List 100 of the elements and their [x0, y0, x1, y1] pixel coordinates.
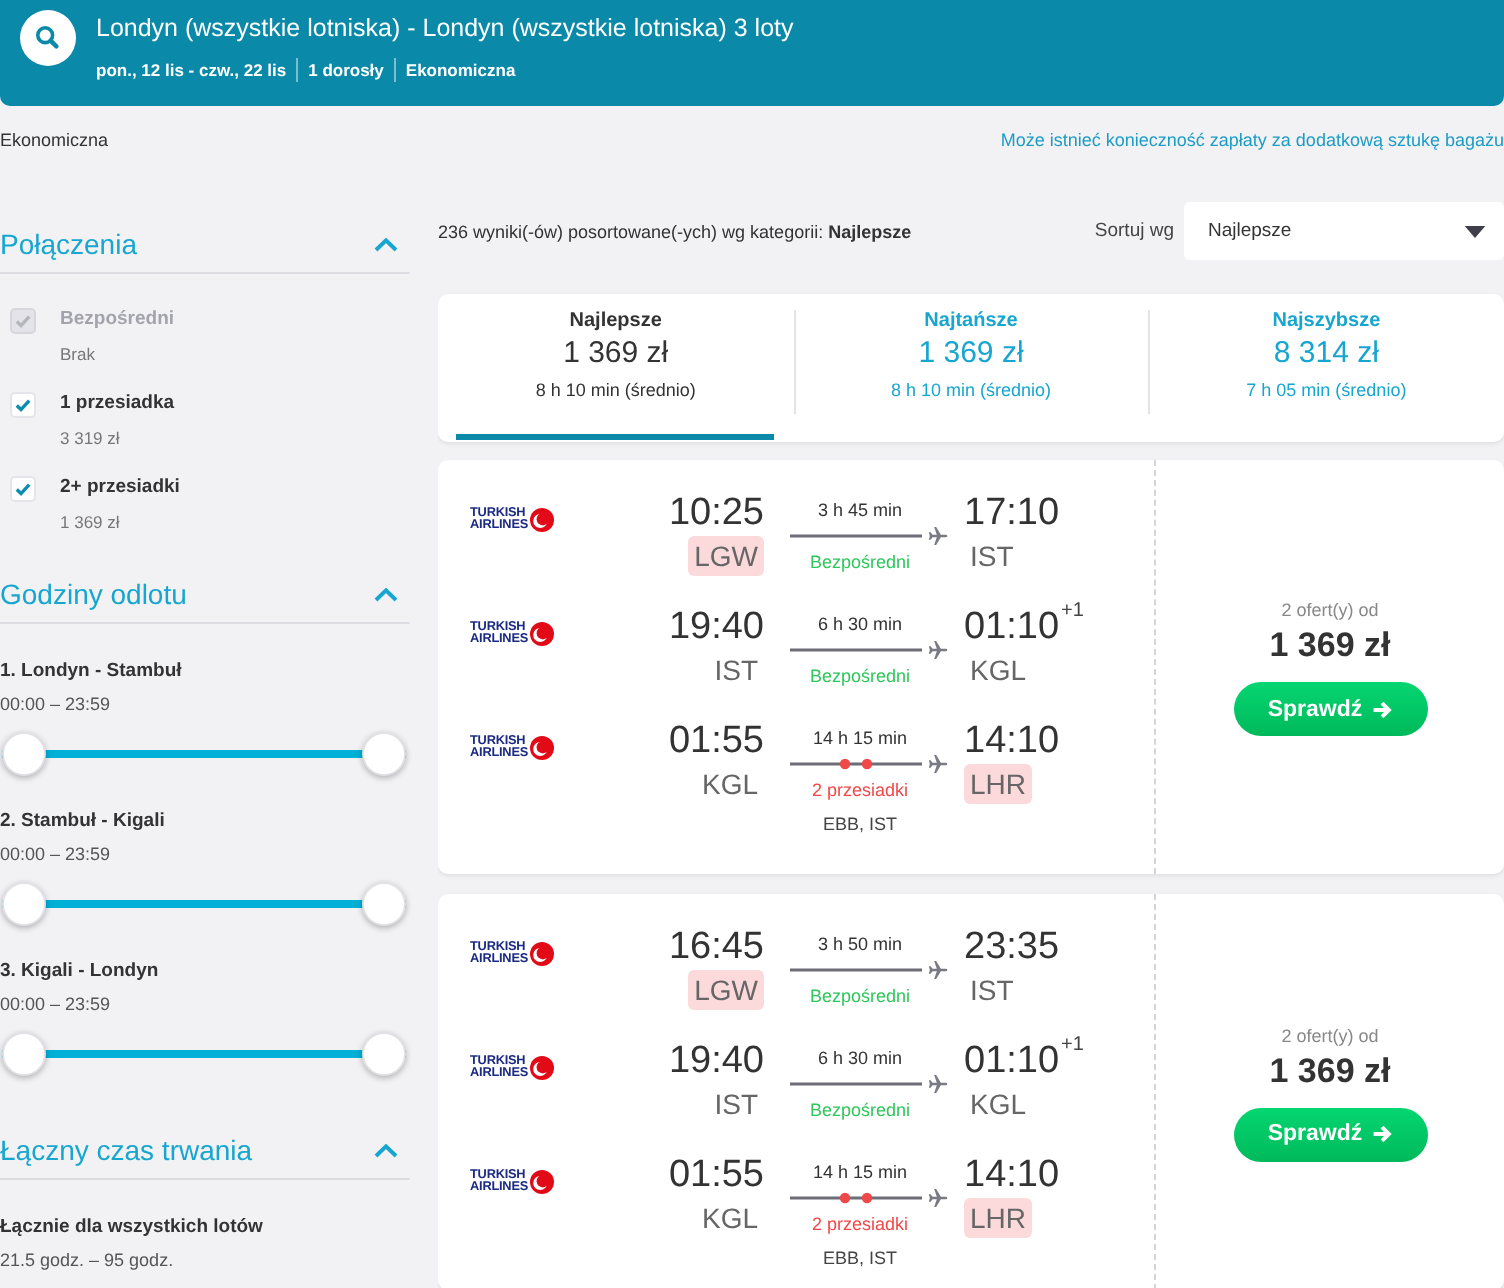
departure-time: 16:45	[668, 926, 764, 970]
slider-range-text: 00:00 – 23:59	[0, 692, 111, 718]
slider-handle[interactable]	[362, 732, 406, 776]
search-icon[interactable]	[20, 10, 76, 66]
departure-airport-code: KGL	[699, 1200, 760, 1238]
chevron-up-icon[interactable]	[374, 1143, 398, 1157]
results-summary: 236 wyniki(-ów) posortowane(-ych) wg kategorii: Najlepsze	[438, 221, 914, 241]
arrow-right-icon	[1372, 1124, 1393, 1144]
filter-section-title[interactable]: Łączny czas trwania	[0, 1134, 253, 1166]
arrival-time: 23:35	[964, 926, 1060, 970]
arrival-airport-code: KGL	[968, 1086, 1029, 1124]
arrival-airport-code: LHR	[964, 764, 1033, 804]
flight-duration: 3 h 50 min	[815, 932, 905, 956]
check-offer-button[interactable]: Sprawdź	[1233, 1107, 1427, 1161]
departure-time: 19:40	[668, 1040, 764, 1084]
chevron-up-icon[interactable]	[374, 587, 398, 601]
arrival-time: 01:10	[964, 1040, 1060, 1084]
range-slider-track[interactable]	[2, 732, 406, 776]
stops-label: 2 przesiadki	[809, 778, 911, 802]
departure-time: 01:55	[668, 720, 764, 764]
stop-dot-icon	[839, 758, 851, 770]
search-title: Londyn (wszystkie lotniska) - Londyn (wszystkie lotniska) 3 loty	[96, 12, 794, 44]
arrival-time: 01:10	[964, 606, 1060, 650]
stops-label: Bezpośredni	[807, 984, 913, 1008]
arrival-time: 14:10	[964, 1154, 1060, 1198]
stops-label: 2 przesiadki	[809, 1212, 911, 1236]
arrow-right-icon	[1372, 699, 1393, 719]
filter-option-price: 1 369 zł	[60, 510, 120, 536]
flight-duration: 14 h 15 min	[810, 1160, 910, 1184]
offer-price: 1 369 zł	[1269, 624, 1391, 668]
stop-dot-icon	[839, 1192, 851, 1204]
trip-detail: Ekonomiczna	[393, 58, 526, 82]
offers-count: 2 ofert(y) od	[1281, 1023, 1379, 1047]
filter-option-label[interactable]: 1 przesiadka	[60, 390, 175, 418]
departure-time: 01:55	[668, 1154, 764, 1198]
slider-label: Łącznie dla wszystkich lotów	[0, 1214, 263, 1242]
range-slider-track[interactable]	[2, 1032, 406, 1076]
trip-detail: 1 dorosły	[296, 58, 394, 82]
slider-handle[interactable]	[2, 882, 46, 926]
airline-emblem-icon	[530, 1056, 555, 1080]
departure-airport-code: LGW	[688, 536, 764, 576]
slider-handle[interactable]	[2, 1032, 46, 1076]
stop-dot-icon	[861, 758, 873, 770]
checkbox[interactable]	[10, 392, 36, 418]
airline-emblem-icon	[530, 622, 555, 646]
flight-duration: 14 h 15 min	[810, 726, 910, 750]
plane-icon	[928, 1188, 948, 1208]
sort-label: Sortuj wg	[1094, 220, 1174, 242]
slider-handle[interactable]	[362, 882, 406, 926]
filter-section-title[interactable]: Połączenia	[0, 228, 137, 260]
arrival-time: 17:10	[964, 492, 1060, 536]
day-offset: +1	[1061, 1034, 1084, 1058]
departure-time: 19:40	[668, 606, 764, 650]
caret-down-icon	[1464, 225, 1486, 237]
slider-label: 1. Londyn - Stambuł	[0, 658, 182, 686]
chevron-up-icon[interactable]	[374, 237, 398, 251]
slider-label: 2. Stambuł - Kigali	[0, 808, 165, 836]
check-offer-button[interactable]: Sprawdź	[1233, 682, 1427, 736]
sort-tab[interactable]: Najszybsze 8 314 zł 7 h 05 min (średnio)	[1148, 294, 1504, 442]
flight-duration: 6 h 30 min	[815, 1046, 905, 1070]
cabin-class-label: Ekonomiczna	[0, 130, 109, 150]
airline-emblem-icon	[530, 1170, 555, 1194]
stops-label: Bezpośredni	[807, 664, 913, 688]
sort-tab[interactable]: Najlepsze 1 369 zł 8 h 10 min (średnio)	[438, 294, 794, 442]
stopover-airports: EBB, IST	[820, 812, 899, 836]
airline-emblem-icon	[530, 508, 555, 532]
flight-duration: 6 h 30 min	[815, 612, 905, 636]
departure-airport-code: LGW	[688, 970, 764, 1010]
plane-icon	[928, 640, 948, 660]
sort-tab[interactable]: Najtańsze 1 369 zł 8 h 10 min (średnio)	[793, 294, 1149, 442]
slider-range-text: 21.5 godz. – 95 godz.	[0, 1248, 174, 1274]
filter-option-price: 3 319 zł	[60, 426, 120, 452]
slider-range-text: 00:00 – 23:59	[0, 992, 111, 1018]
stop-dot-icon	[861, 1192, 873, 1204]
stopover-airports: EBB, IST	[820, 1246, 899, 1270]
stops-label: Bezpośredni	[807, 550, 913, 574]
filter-section-title[interactable]: Godziny odlotu	[0, 578, 187, 610]
arrival-time: 14:10	[964, 720, 1060, 764]
filter-option-price: Brak	[60, 342, 95, 368]
sort-dropdown[interactable]: Najlepsze	[1184, 202, 1504, 260]
checkbox[interactable]	[10, 476, 36, 502]
plane-icon	[928, 526, 948, 546]
slider-range-text: 00:00 – 23:59	[0, 842, 111, 868]
arrival-airport-code: LHR	[964, 1198, 1033, 1238]
day-offset: +1	[1061, 600, 1084, 624]
plane-icon	[928, 1074, 948, 1094]
slider-label: 3. Kigali - Londyn	[0, 958, 159, 986]
baggage-notice-link[interactable]: Może istnieć konieczność zapłaty za dodatkową sztukę bagażu	[1000, 130, 1504, 150]
arrival-airport-code: IST	[968, 972, 1016, 1010]
departure-airport-code: IST	[712, 652, 760, 690]
stops-label: Bezpośredni	[807, 1098, 913, 1122]
arrival-airport-code: IST	[968, 538, 1016, 576]
slider-handle[interactable]	[2, 732, 46, 776]
departure-airport-code: IST	[712, 1086, 760, 1124]
airline-emblem-icon	[530, 942, 555, 966]
filter-option-label[interactable]: 2+ przesiadki	[60, 474, 180, 502]
range-slider-track[interactable]	[2, 882, 406, 926]
flight-duration: 3 h 45 min	[815, 498, 905, 522]
slider-handle[interactable]	[362, 1032, 406, 1076]
departure-airport-code: KGL	[699, 766, 760, 804]
